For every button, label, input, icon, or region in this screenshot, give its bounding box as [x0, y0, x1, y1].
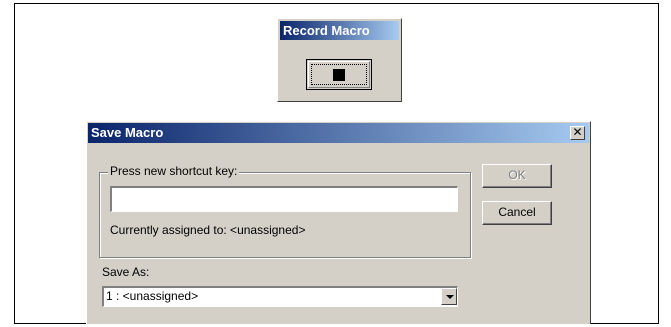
currently-assigned-text: Currently assigned to: <unassigned> — [110, 223, 306, 237]
save-as-selected-value: 1 : <unassigned> — [106, 289, 199, 303]
save-as-select[interactable]: 1 : <unassigned> — [102, 286, 458, 307]
chevron-down-icon[interactable] — [441, 288, 457, 305]
record-macro-title: Record Macro — [280, 21, 399, 40]
save-macro-dialog: Save Macro ✕ Press new shortcut key: Cur… — [86, 121, 591, 324]
shortcut-key-input[interactable] — [110, 186, 458, 212]
shortcut-group-label: Press new shortcut key: — [108, 164, 240, 178]
stop-recording-button[interactable] — [306, 59, 372, 90]
cancel-button[interactable]: Cancel — [482, 201, 552, 225]
record-macro-toolbar: Record Macro — [277, 18, 402, 102]
save-as-label: Save As: — [102, 265, 150, 279]
stop-icon — [333, 69, 345, 81]
close-icon[interactable]: ✕ — [570, 126, 585, 140]
shortcut-key-group: Press new shortcut key: Currently assign… — [99, 164, 471, 258]
dialog-title: Save Macro — [88, 123, 589, 143]
ok-button[interactable]: OK — [482, 164, 552, 188]
